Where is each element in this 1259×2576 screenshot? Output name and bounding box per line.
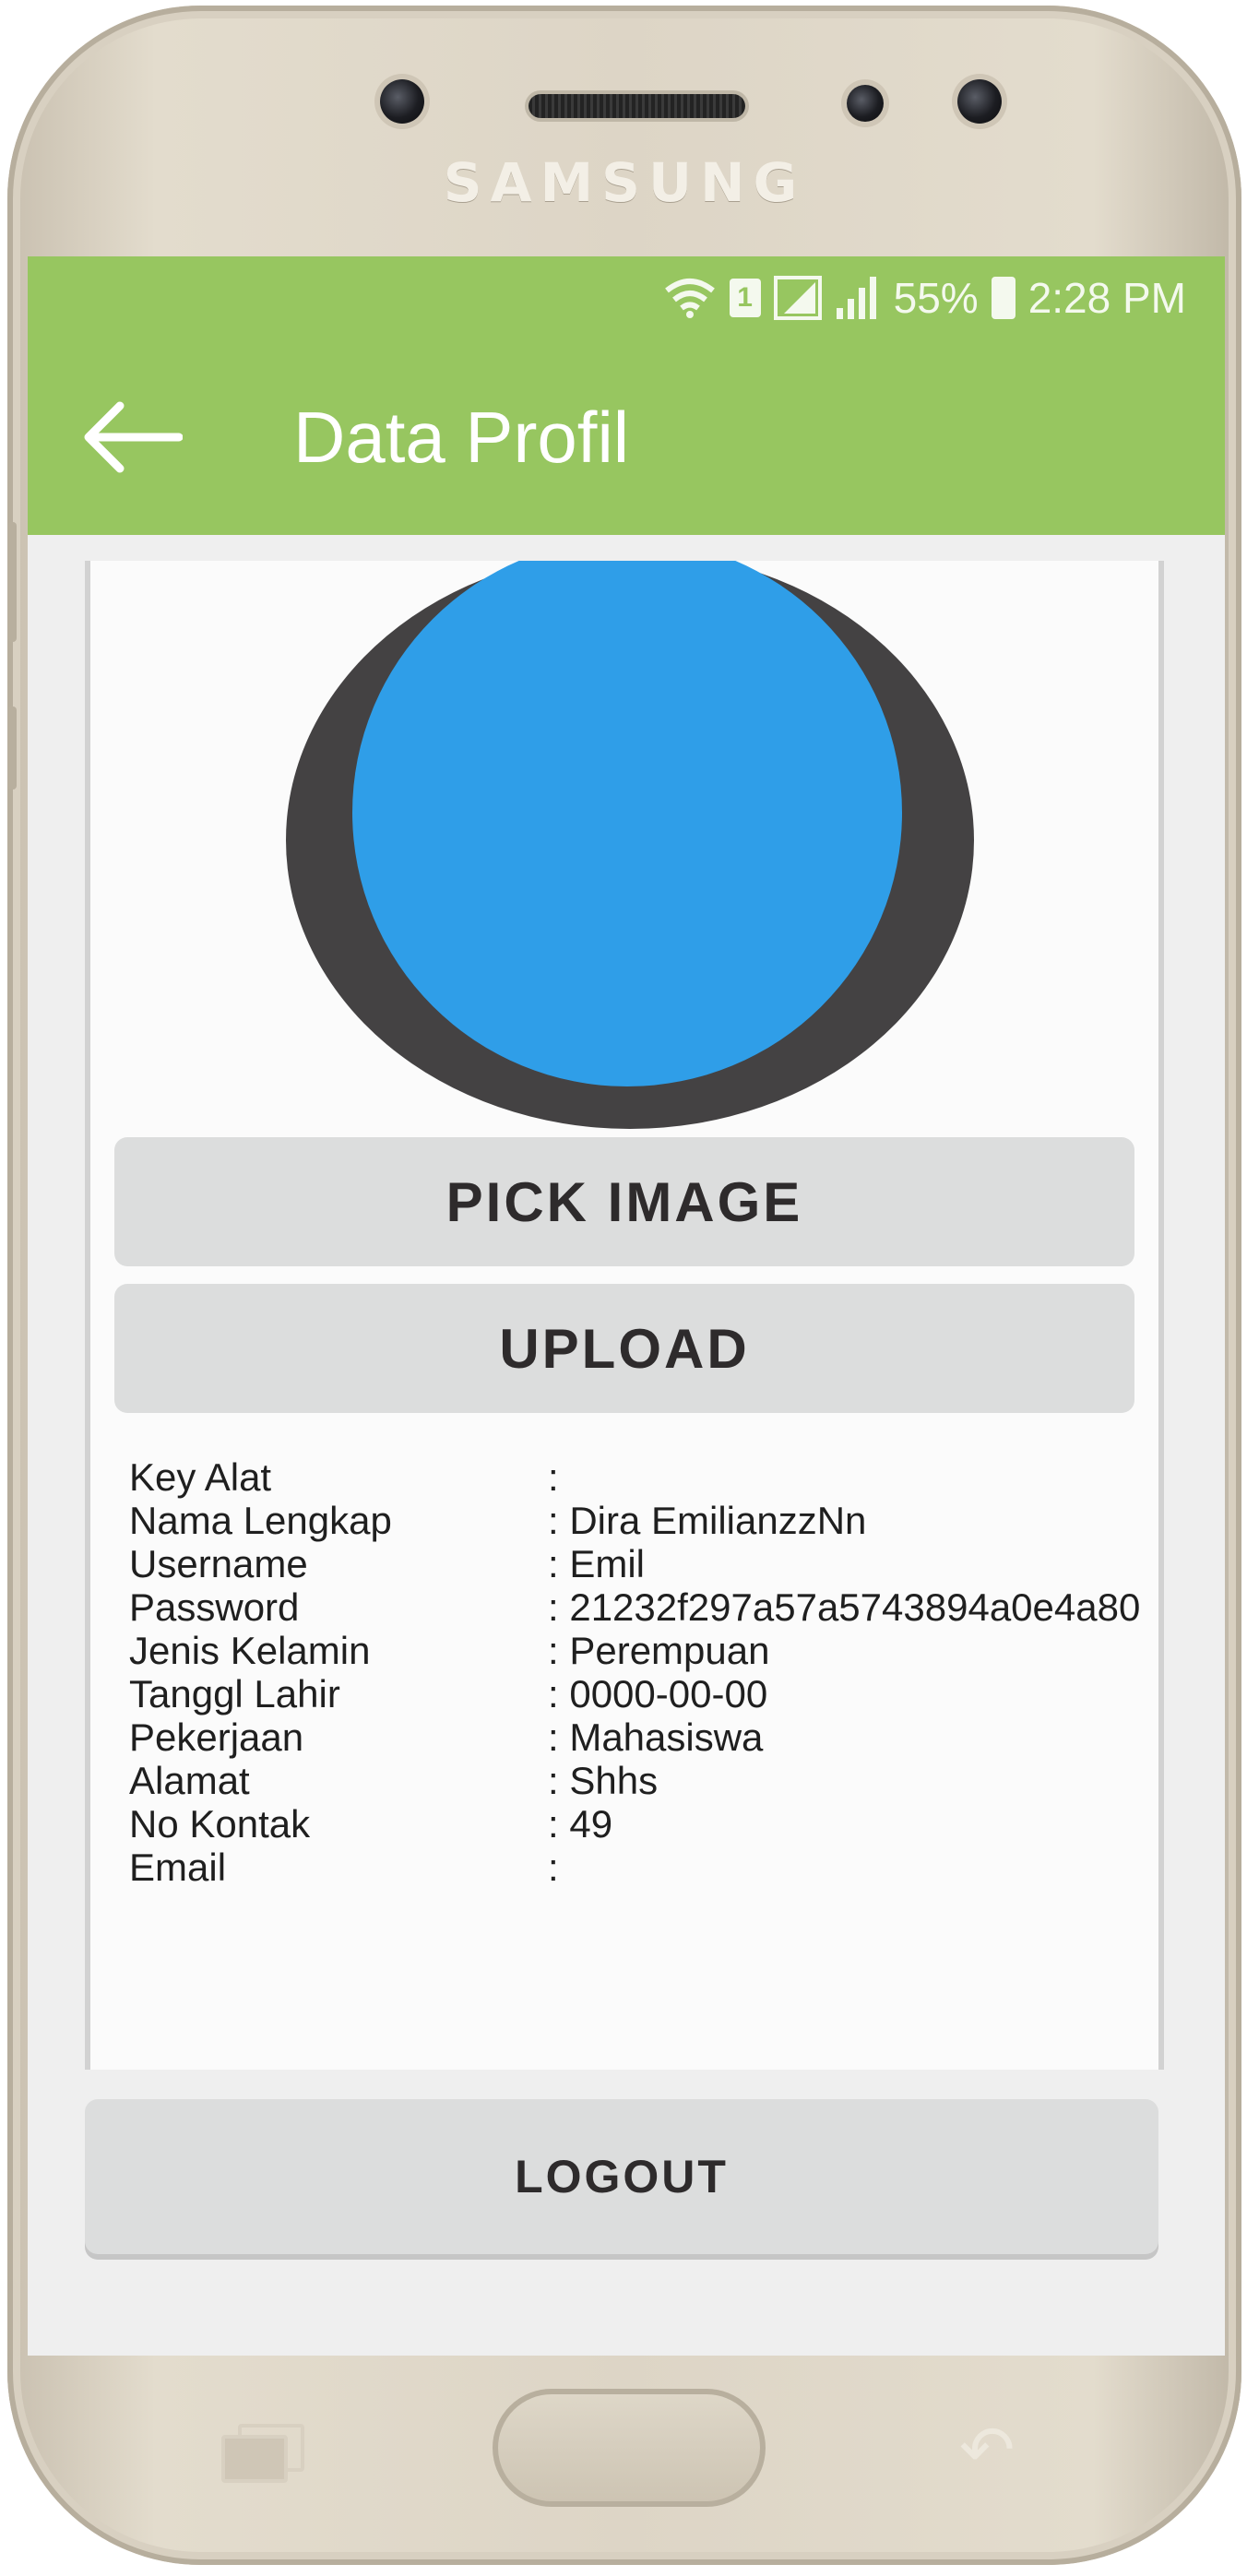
profile-row: Password : 21232f297a57a5743894a0e4a80 bbox=[129, 1585, 1144, 1629]
profile-value: : 21232f297a57a5743894a0e4a80 bbox=[548, 1585, 1141, 1629]
arrow-left-icon bbox=[84, 401, 183, 473]
back-button[interactable] bbox=[81, 391, 201, 483]
volume-button bbox=[7, 522, 17, 642]
battery-percent: 55% bbox=[893, 274, 979, 322]
recent-apps-icon[interactable] bbox=[221, 2424, 304, 2483]
upload-button[interactable]: UPLOAD bbox=[114, 1284, 1134, 1413]
screen: 1 55% 2:28 PM Data Profil PICK IMAGE UPL… bbox=[28, 256, 1225, 2356]
earpiece-speaker bbox=[529, 94, 745, 118]
side-button bbox=[7, 706, 17, 789]
profile-label: Pekerjaan bbox=[129, 1715, 304, 1759]
profile-value: : 0000-00-00 bbox=[548, 1672, 768, 1715]
signal-icon bbox=[773, 276, 822, 320]
profile-value: : Emil bbox=[548, 1542, 645, 1585]
battery-icon bbox=[991, 277, 1016, 319]
profile-value: : Perempuan bbox=[548, 1629, 770, 1672]
profile-value: : 49 bbox=[548, 1802, 613, 1846]
clock: 2:28 PM bbox=[1027, 274, 1186, 322]
profile-value: : bbox=[548, 1846, 559, 1889]
home-button[interactable] bbox=[493, 2389, 766, 2507]
profile-label: Jenis Kelamin bbox=[129, 1629, 371, 1672]
brand-logo: SAMSUNG bbox=[443, 151, 806, 214]
profile-details: Key Alat: Nama Lengkap: Dira EmilianzzNn U… bbox=[129, 1455, 1144, 1889]
avatar[interactable] bbox=[352, 561, 902, 1086]
profile-row: Username : Emil bbox=[129, 1542, 1144, 1585]
profile-label: Key Alat bbox=[129, 1455, 272, 1499]
proximity-sensor-icon bbox=[847, 85, 884, 122]
profile-value: : Mahasiswa bbox=[548, 1715, 764, 1759]
pick-image-button[interactable]: PICK IMAGE bbox=[114, 1137, 1134, 1266]
profile-row: Jenis Kelamin : Perempuan bbox=[129, 1629, 1144, 1672]
profile-row: Tanggl Lahir : 0000-00-00 bbox=[129, 1672, 1144, 1715]
profile-label: No Kontak bbox=[129, 1802, 311, 1846]
profile-value: : bbox=[548, 1455, 559, 1499]
logout-button[interactable]: LOGOUT bbox=[85, 2099, 1158, 2254]
profile-label: Password bbox=[129, 1585, 300, 1629]
app-bar: Data Profil bbox=[28, 339, 1225, 535]
profile-value: : Dira EmilianzzNn bbox=[548, 1499, 867, 1542]
page-title: Data Profil bbox=[293, 396, 630, 478]
profile-value: : Shhs bbox=[548, 1759, 659, 1802]
profile-row: Alamat : Shhs bbox=[129, 1759, 1144, 1802]
status-bar: 1 55% 2:28 PM bbox=[28, 256, 1225, 339]
profile-row: Nama Lengkap : Dira EmilianzzNn bbox=[129, 1499, 1144, 1542]
front-camera-icon bbox=[380, 79, 424, 124]
sim-icon: 1 bbox=[729, 279, 761, 317]
signal-bars-icon bbox=[835, 277, 881, 319]
profile-row: Email: bbox=[129, 1846, 1144, 1889]
profile-card: PICK IMAGE UPLOAD Key Alat: Nama Lengkap:… bbox=[85, 561, 1164, 2070]
sensor-icon bbox=[957, 79, 1002, 124]
profile-row: No Kontak : 49 bbox=[129, 1802, 1144, 1846]
profile-label: Username bbox=[129, 1542, 308, 1585]
profile-row: Pekerjaan : Mahasiswa bbox=[129, 1715, 1144, 1759]
profile-label: Tanggl Lahir bbox=[129, 1672, 340, 1715]
profile-row: Key Alat: bbox=[129, 1455, 1144, 1499]
profile-label: Email bbox=[129, 1846, 227, 1889]
back-key-icon[interactable]: ↶ bbox=[959, 2411, 1015, 2488]
wifi-icon bbox=[663, 278, 717, 318]
profile-label: Alamat bbox=[129, 1759, 250, 1802]
profile-label: Nama Lengkap bbox=[129, 1499, 392, 1542]
